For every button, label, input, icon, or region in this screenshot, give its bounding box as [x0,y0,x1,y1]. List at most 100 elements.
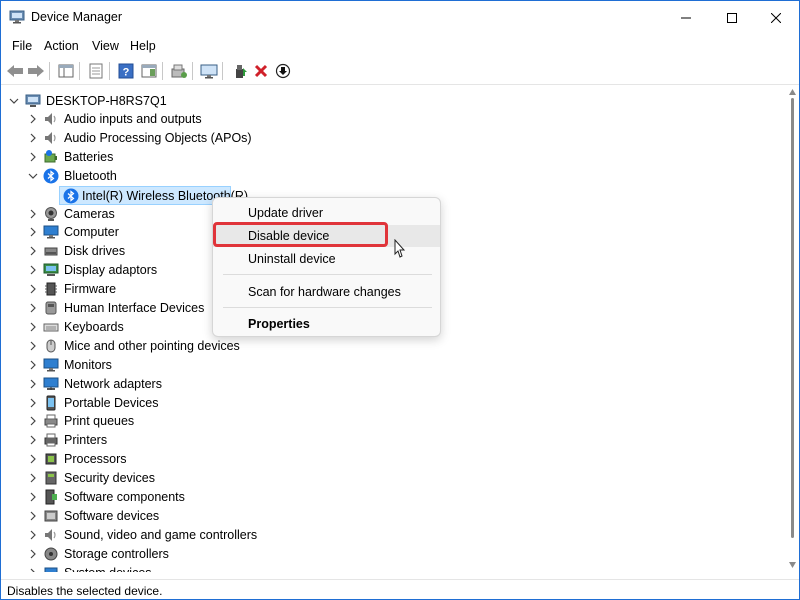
chevron-right-icon[interactable] [28,530,38,540]
printer-icon [43,432,59,448]
tree-category-row[interactable]: Batteries [1,148,301,167]
maximize-icon [727,13,737,23]
tree-category-row[interactable]: Software devices [1,507,301,526]
menu-update-driver-label: Update driver [248,206,324,220]
chevron-right-icon[interactable] [28,398,38,408]
software-device-icon [43,508,59,524]
action-pane-icon [141,64,157,78]
scroll-down-icon[interactable] [789,562,796,568]
help-icon: ? [118,63,134,79]
chevron-down-icon[interactable] [9,96,19,106]
tree-category-row[interactable]: Software components [1,488,301,507]
scroll-up-icon[interactable] [789,89,796,95]
chevron-right-icon[interactable] [28,227,38,237]
chevron-right-icon[interactable] [28,568,38,572]
speaker-icon [43,111,59,127]
tree-category-row[interactable]: Sound, video and game controllers [1,526,301,545]
show-hide-console-tree-button[interactable] [56,61,76,81]
tree-category-row[interactable]: Bluetooth [1,167,301,186]
menu-view[interactable]: View [92,39,119,53]
properties-button[interactable] [86,61,106,81]
maximize-button[interactable] [709,1,755,35]
tree-category-label: System devices [64,566,152,572]
tree-category-row[interactable]: Storage controllers [1,545,301,564]
bluetooth-device-row[interactable]: Intel(R) Wireless Bluetooth(R) [59,186,248,205]
tree-category-label: Processors [64,452,127,467]
tree-category-label: Printers [64,433,108,448]
help-button[interactable]: ? [116,61,136,81]
uninstall-button[interactable] [251,61,271,81]
tree-root-row[interactable]: DESKTOP-H8RS7Q1 [1,92,301,111]
disable-device-button[interactable] [273,61,293,81]
menu-file[interactable]: File [12,39,32,53]
chevron-right-icon[interactable] [28,152,38,162]
device-manager-window: Device Manager File Action View Help ? D… [0,0,800,600]
menu-properties[interactable]: Properties [213,313,440,335]
monitor-icon [200,64,218,79]
tree-category-row[interactable]: Security devices [1,469,301,488]
chevron-right-icon[interactable] [28,133,38,143]
minimize-button[interactable] [663,1,709,35]
action-pane-button[interactable] [139,61,159,81]
chevron-right-icon[interactable] [28,209,38,219]
storage-controller-icon [43,546,59,562]
chevron-right-icon[interactable] [28,360,38,370]
tree-category-row[interactable]: Portable Devices [1,394,301,413]
toolbar-separator [162,62,163,80]
tree-category-label: Print queues [64,414,135,429]
status-text: Disables the selected device. [7,584,163,598]
back-button[interactable] [5,61,25,81]
computer-icon [43,224,59,240]
chevron-right-icon[interactable] [28,322,38,332]
chevron-right-icon[interactable] [28,284,38,294]
chevron-right-icon[interactable] [28,416,38,426]
chevron-right-icon[interactable] [28,265,38,275]
close-button[interactable] [753,1,799,35]
chevron-right-icon[interactable] [28,246,38,256]
display-adapter-icon [43,262,59,278]
chevron-right-icon[interactable] [28,341,38,351]
tree-category-row[interactable]: Processors [1,450,301,469]
scan-hardware-button[interactable] [169,61,189,81]
chevron-right-icon[interactable] [28,549,38,559]
window-title: Device Manager [31,10,123,24]
chevron-right-icon[interactable] [28,303,38,313]
tree-category-row[interactable]: Mice and other pointing devices [1,337,301,356]
tree-category-row[interactable]: Print queues [1,412,301,431]
tree-category-row[interactable]: Monitors [1,356,301,375]
tree-category-row[interactable]: Audio Processing Objects (APOs) [1,129,301,148]
chevron-right-icon[interactable] [28,435,38,445]
vertical-scrollbar[interactable] [786,86,799,572]
menu-uninstall-device-label: Uninstall device [248,252,336,266]
menu-update-driver[interactable]: Update driver [213,202,440,224]
tree-category-row[interactable]: Printers [1,431,301,450]
menu-scan-hardware[interactable]: Scan for hardware changes [213,281,440,303]
tree-category-label: Mice and other pointing devices [64,338,240,353]
keyboard-icon [43,319,59,335]
bluetooth-icon [43,168,59,184]
tree-category-label: Network adapters [64,376,162,391]
tree-category-label: Audio inputs and outputs [64,112,202,126]
menu-action[interactable]: Action [44,39,79,53]
chevron-right-icon[interactable] [28,379,38,389]
update-driver-button[interactable] [230,61,250,81]
scrollbar-thumb[interactable] [791,98,794,538]
menu-scan-hardware-label: Scan for hardware changes [248,285,401,299]
chevron-down-icon[interactable] [28,171,38,181]
monitor-button[interactable] [199,61,219,81]
chevron-right-icon[interactable] [28,114,38,124]
tree-category-label: Software devices [64,508,160,523]
menu-help[interactable]: Help [130,39,156,53]
forward-button[interactable] [26,61,46,81]
minimize-icon [681,17,691,19]
chevron-right-icon[interactable] [28,511,38,521]
chevron-right-icon[interactable] [28,454,38,464]
chevron-right-icon[interactable] [28,492,38,502]
menu-separator [223,307,432,308]
chevron-right-icon[interactable] [28,473,38,483]
tree-category-row[interactable]: Network adapters [1,375,301,394]
tree-category-row[interactable]: Audio inputs and outputs [1,110,301,129]
toolbar-separator [222,62,223,80]
security-device-icon [43,470,59,486]
tree-category-row[interactable]: System devices [1,564,301,572]
